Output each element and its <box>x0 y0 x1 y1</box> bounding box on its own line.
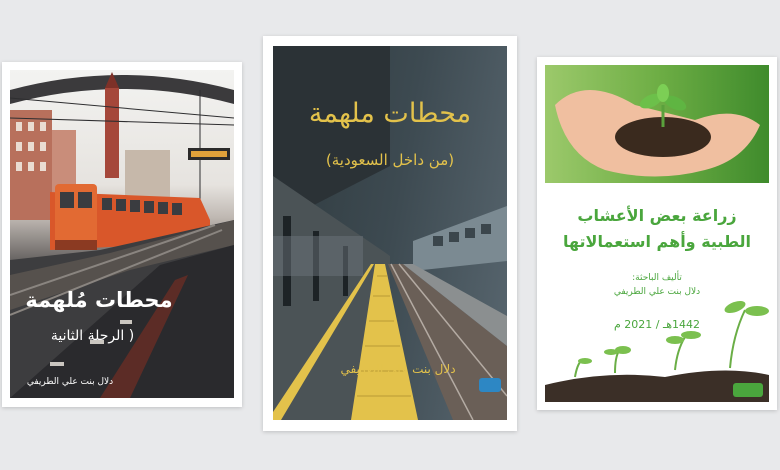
book-subtitle-left: ( الرحلة الثانية <box>50 328 135 344</box>
book-author-label-right: تأليف الباحثة: <box>632 273 682 283</box>
book-card-middle[interactable]: محطات ملهمة (من داخل السعودية) دلال بنت … <box>263 36 517 431</box>
book-title-right-line1: زراعة بعض الأعشاب <box>577 206 737 225</box>
book-card-right[interactable]: زراعة بعض الأعشاب الطبية وأهم استعمالاته… <box>537 57 777 410</box>
book-author-right: دلال بنت علي الطريفي <box>613 287 701 297</box>
book-card-left[interactable]: محطات مُلهمة ( الرحلة الثانية دلال بنت ع… <box>2 62 242 407</box>
book-title-middle: محطات ملهمة <box>308 98 472 129</box>
book-title-left: محطات مُلهمة <box>25 288 173 312</box>
book-author-left: دلال بنت علي الطريفي <box>26 377 114 387</box>
book-cover-left: محطات مُلهمة ( الرحلة الثانية دلال بنت ع… <box>10 70 234 398</box>
book-title-right-line2: الطبية وأهم استعمالاتها <box>562 232 752 251</box>
book-cover-middle: محطات ملهمة (من داخل السعودية) دلال بنت … <box>273 46 507 420</box>
book-subtitle-middle: (من داخل السعودية) <box>325 151 455 169</box>
book-cover-right: زراعة بعض الأعشاب الطبية وأهم استعمالاته… <box>545 65 769 402</box>
train-station-illustration <box>10 72 234 398</box>
book-date-right: 1442هـ / 2021 م <box>613 318 701 331</box>
book-author-middle: دلال بنت علي الطريفي <box>340 362 456 376</box>
